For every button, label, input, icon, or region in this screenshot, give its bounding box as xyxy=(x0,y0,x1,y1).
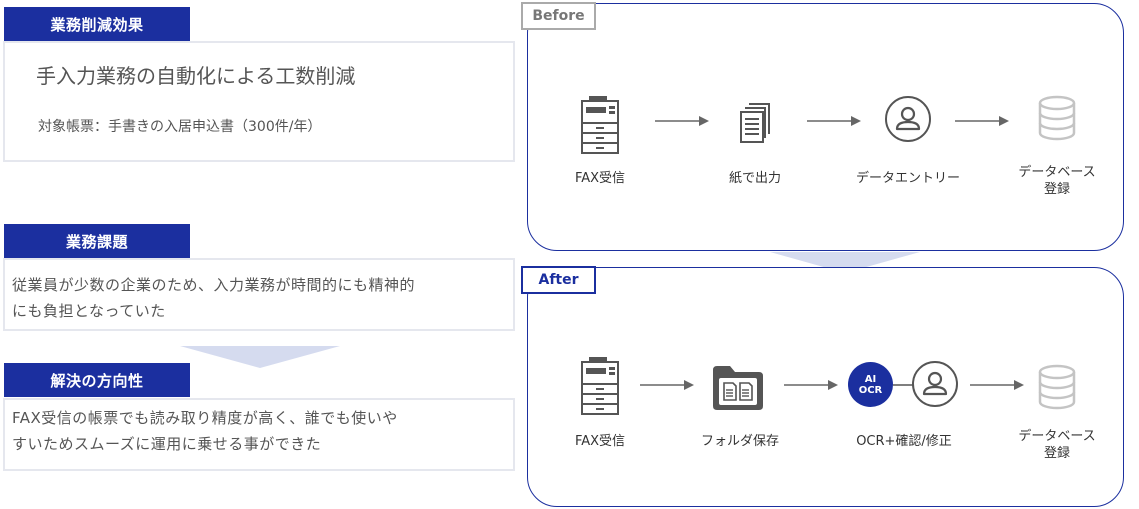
fax-machine-icon xyxy=(581,96,619,154)
paper-stack-icon xyxy=(740,103,770,143)
down-chevron-left xyxy=(180,346,340,368)
ocr-badge-text: OCR xyxy=(858,384,883,396)
before-step-2-label: 紙で出力 xyxy=(728,171,781,186)
database-icon xyxy=(1038,364,1076,410)
after-step-2-label: フォルダ保存 xyxy=(700,434,779,449)
solution-text-line-1: FAX受信の帳票でも読み取り精度が高く、誰でも使いや xyxy=(12,409,398,427)
before-step-1-label: FAX受信 xyxy=(574,171,626,186)
ai-badge-text: AI xyxy=(864,373,877,385)
issue-text-line-1: 従業員が少数の企業のため、入力業務が時間的にも精神的 xyxy=(12,276,416,294)
solution-text-line-2: すいためスムーズに運用に乗せる事ができた xyxy=(12,435,322,453)
effect-subtitle: 対象帳票：手書きの入居申込書（300件/年） xyxy=(38,119,322,135)
effect-title: 手入力業務の自動化による工数削減 xyxy=(36,64,356,88)
after-step-3-label: OCR+確認/修正 xyxy=(856,434,952,449)
after-step-1-label: FAX受信 xyxy=(574,434,626,449)
connector-line xyxy=(893,384,913,386)
before-step-4-label: データベース 登録 xyxy=(1018,165,1096,197)
issue-text-line-2: にも負担となっていた xyxy=(12,302,166,320)
before-tag: Before xyxy=(521,2,596,30)
folder-icon xyxy=(713,366,763,410)
before-step-3-label: データエントリー xyxy=(855,171,960,186)
person-icon xyxy=(912,361,958,407)
arrow-icon xyxy=(655,116,709,126)
person-icon xyxy=(885,96,931,142)
arrow-icon xyxy=(640,380,694,390)
arrow-icon xyxy=(970,380,1024,390)
issue-header: 業務課題 xyxy=(4,224,190,258)
arrow-icon xyxy=(807,116,861,126)
ai-ocr-badge: AI OCR xyxy=(848,362,893,407)
database-icon xyxy=(1038,95,1076,141)
arrow-icon xyxy=(784,380,838,390)
effect-header: 業務削減効果 xyxy=(4,7,190,41)
fax-machine-icon xyxy=(581,357,619,415)
after-step-4-label: データベース 登録 xyxy=(1018,429,1096,461)
solution-header: 解決の方向性 xyxy=(4,363,190,397)
after-tag: After xyxy=(521,266,596,294)
arrow-icon xyxy=(955,116,1009,126)
